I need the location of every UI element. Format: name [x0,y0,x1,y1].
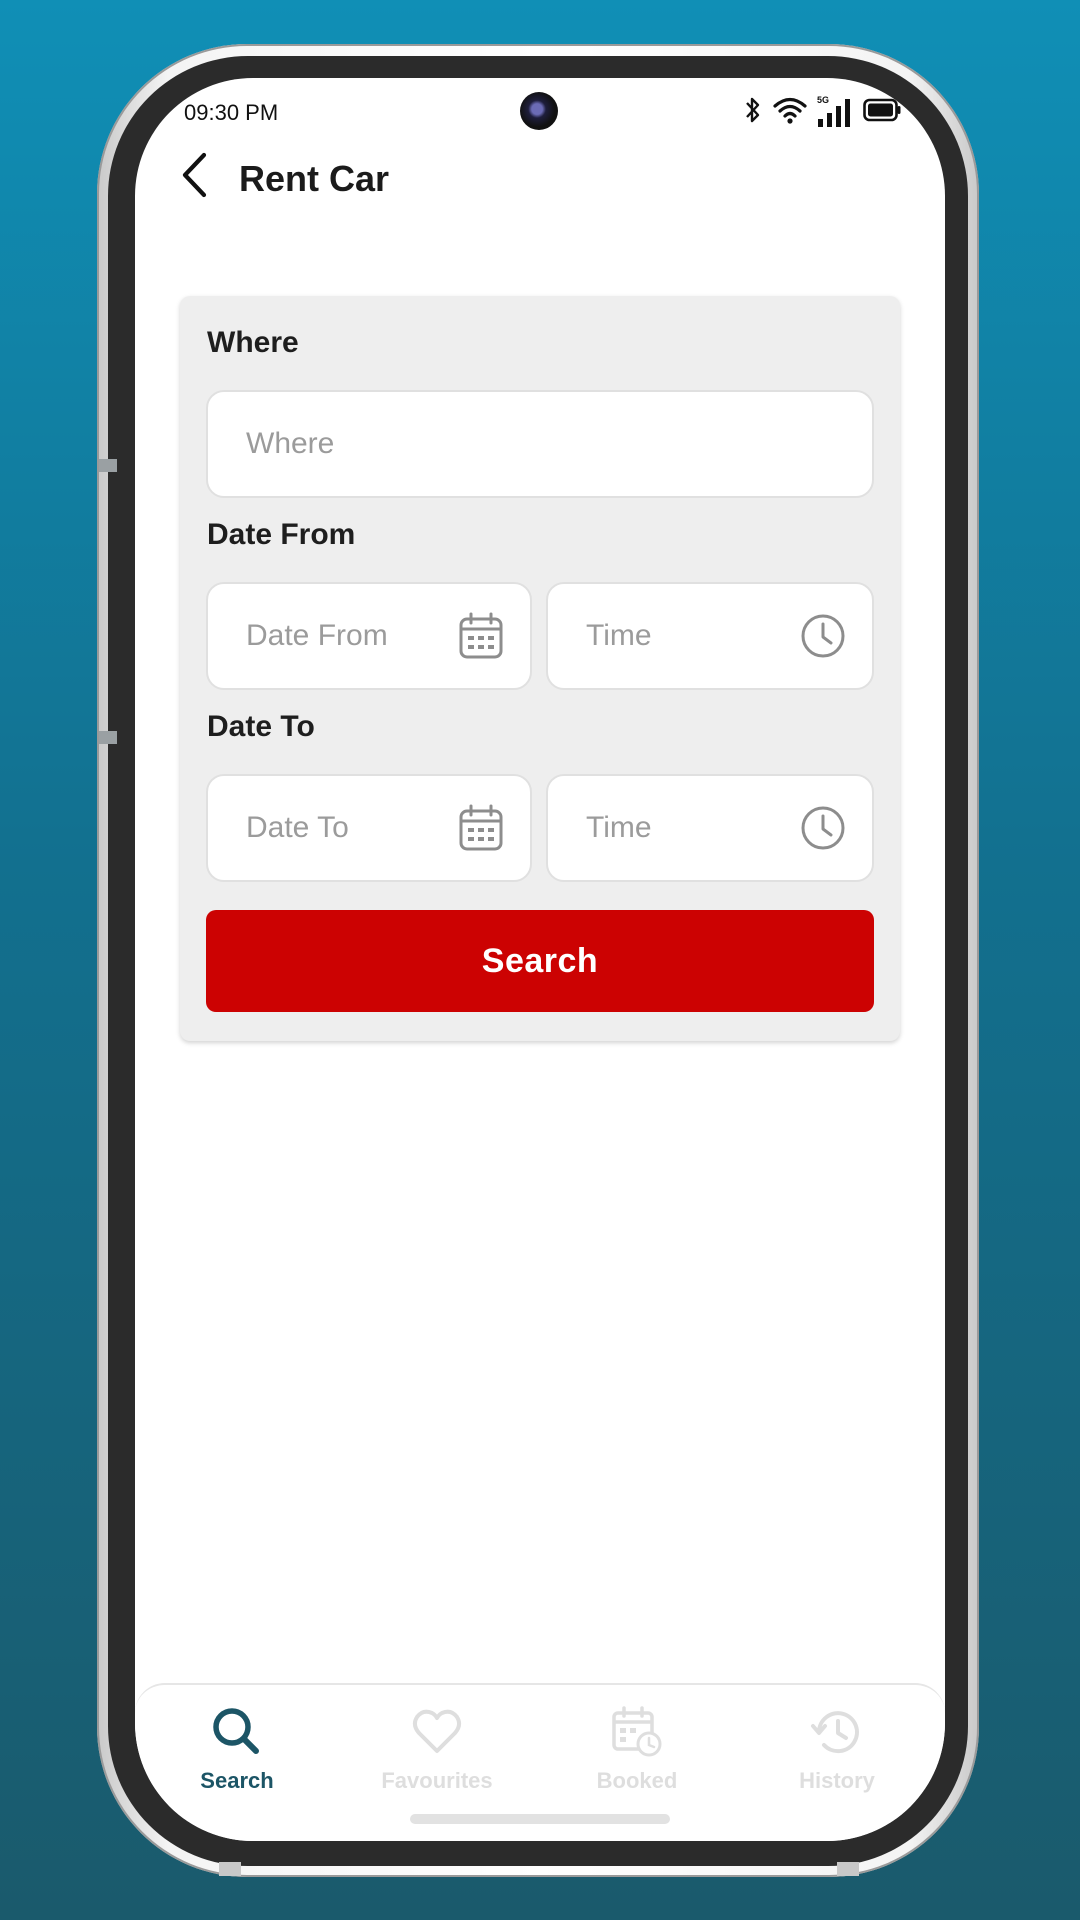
time-from-field[interactable] [546,582,874,690]
back-button[interactable] [175,152,215,202]
page-title: Rent Car [239,158,390,199]
signal-icon: 5G [817,95,853,128]
home-indicator[interactable] [410,1814,670,1824]
power-button [99,731,117,744]
where-field[interactable] [206,390,874,498]
where-label: Where [207,326,299,359]
front-camera [520,92,558,130]
nav-label-search: Search [200,1768,274,1793]
history-icon [810,1705,864,1764]
calendar-clock-icon [610,1705,664,1764]
bluetooth-icon [743,96,763,129]
nav-label-favourites: Favourites [381,1768,493,1793]
time-to-field[interactable] [546,774,874,882]
search-icon [210,1705,264,1764]
nav-item-history[interactable]: History [757,1705,917,1805]
status-time: 09:30 PM [184,100,279,125]
heart-icon [410,1705,464,1764]
where-input[interactable] [246,427,872,461]
nav-label-booked: Booked [596,1768,678,1793]
chevron-left-icon [180,152,210,203]
search-form-card: Where Date From [180,296,900,1041]
date-to-field[interactable] [206,774,532,882]
search-button[interactable]: Search [206,910,874,1012]
date-from-field[interactable] [206,582,532,690]
frame-nub [837,1862,859,1876]
volume-button [99,459,117,472]
clock-icon[interactable] [800,805,846,851]
wifi-icon [773,96,807,129]
app-screen: 09:30 PM 5G Rent Car Where Where Date Fr… [135,78,945,1841]
calendar-icon[interactable] [458,804,504,852]
status-bar: 09:30 PM 5G [135,78,945,148]
date-from-label: Date From [207,518,356,551]
battery-icon [863,98,901,127]
frame-nub [219,1862,241,1876]
clock-icon[interactable] [800,613,846,659]
nav-label-history: History [799,1768,875,1793]
nav-item-booked[interactable]: Booked [557,1705,717,1805]
calendar-icon[interactable] [458,612,504,660]
status-icons: 5G [743,95,901,129]
nav-item-favourites[interactable]: Favourites [357,1705,517,1805]
nav-item-search[interactable]: Search [157,1705,317,1805]
date-to-label: Date To [207,710,315,743]
